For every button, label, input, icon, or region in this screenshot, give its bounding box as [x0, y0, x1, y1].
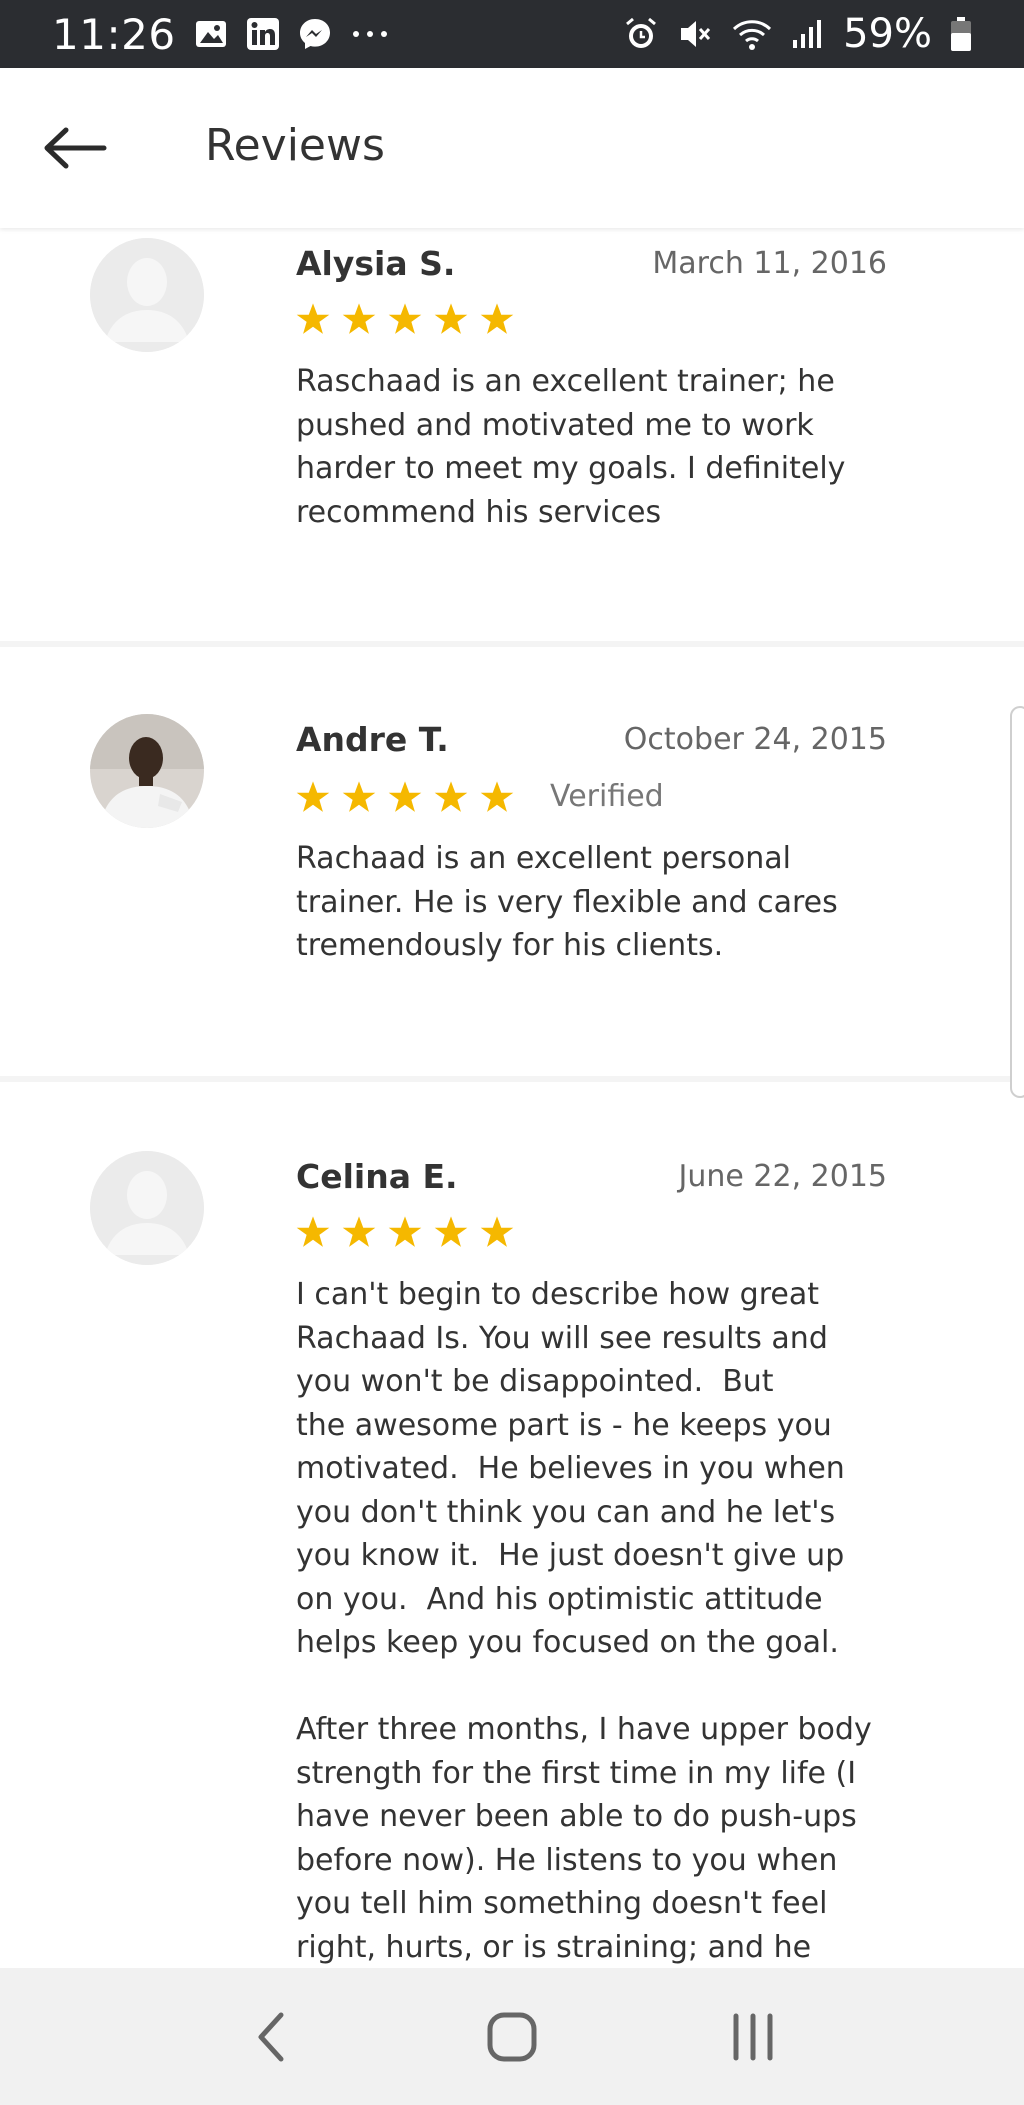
star-icon: [480, 780, 514, 812]
nav-recents-button[interactable]: [713, 1997, 793, 2077]
avatar-placeholder-icon: [90, 1151, 204, 1265]
review-text: Rachaad is an excellent personal trainer…: [296, 841, 838, 963]
messenger-icon: [298, 17, 332, 51]
star-icon: [388, 303, 422, 334]
status-left: 11:26: [52, 10, 390, 59]
star-rating: Verified: [296, 779, 664, 814]
reviewer-name: Alysia S.: [296, 244, 456, 283]
alarm-icon: [623, 16, 659, 52]
avatar-photo-icon: [90, 714, 204, 828]
linkedin-icon: [246, 17, 280, 51]
battery-percent: 59%: [843, 11, 932, 57]
star-icon: [342, 780, 376, 812]
back-nav-icon: [258, 2012, 284, 2061]
status-time: 11:26: [52, 9, 176, 59]
star-icon: [388, 1216, 422, 1247]
app-bar: Reviews: [0, 68, 1024, 228]
star-icon: [296, 780, 330, 812]
review-text: Raschaad is an excellent trainer; he pus…: [296, 364, 846, 530]
review-date: June 22, 2015: [678, 1159, 887, 1194]
scroll-indicator[interactable]: [1010, 706, 1024, 1098]
reviewer-name: Celina E.: [296, 1157, 458, 1196]
system-nav-bar: [0, 1968, 1024, 2105]
star-icon: [296, 303, 330, 334]
nav-home-button[interactable]: [472, 1997, 552, 2077]
avatar: [90, 714, 204, 828]
verified-label: Verified: [550, 779, 664, 814]
gallery-icon: [194, 18, 228, 50]
star-rating: [296, 302, 514, 336]
star-icon: [434, 303, 468, 334]
review-text: I can't begin to describe how great Rach…: [296, 1277, 872, 1965]
battery-icon: [950, 16, 972, 52]
wifi-icon: [731, 17, 773, 51]
star-icon: [342, 303, 376, 334]
star-icon: [388, 780, 422, 812]
back-button[interactable]: [40, 118, 110, 178]
reviews-list[interactable]: Alysia S. March 11, 2016 Raschaad is an …: [0, 228, 1024, 1968]
mute-icon: [677, 16, 713, 52]
review-card: Celina E. June 22, 2015 I can't begin to…: [0, 1082, 1024, 1968]
more-icon: [350, 29, 390, 39]
avatar-placeholder-icon: [90, 238, 204, 352]
signal-icon: [791, 18, 825, 50]
nav-back-button[interactable]: [231, 1997, 311, 2077]
status-bar: 11:26 59%: [0, 0, 1024, 68]
reviewer-name: Andre T.: [296, 720, 449, 759]
star-icon: [480, 1216, 514, 1247]
page-title: Reviews: [205, 120, 385, 171]
review-card: Andre T. October 24, 2015 Verified Racha…: [0, 647, 1024, 1083]
star-icon: [434, 780, 468, 812]
avatar: [90, 238, 204, 352]
home-nav-icon: [487, 2012, 537, 2061]
review-date: October 24, 2015: [623, 722, 887, 757]
star-icon: [296, 1216, 330, 1247]
star-icon: [480, 303, 514, 334]
star-icon: [434, 1216, 468, 1247]
recents-nav-icon: [733, 2013, 773, 2060]
star-rating: [296, 1215, 514, 1249]
star-icon: [342, 1216, 376, 1247]
review-date: March 11, 2016: [652, 246, 887, 281]
status-right: 59%: [623, 11, 972, 57]
avatar: [90, 1151, 204, 1265]
arrow-left-icon: [44, 127, 107, 169]
